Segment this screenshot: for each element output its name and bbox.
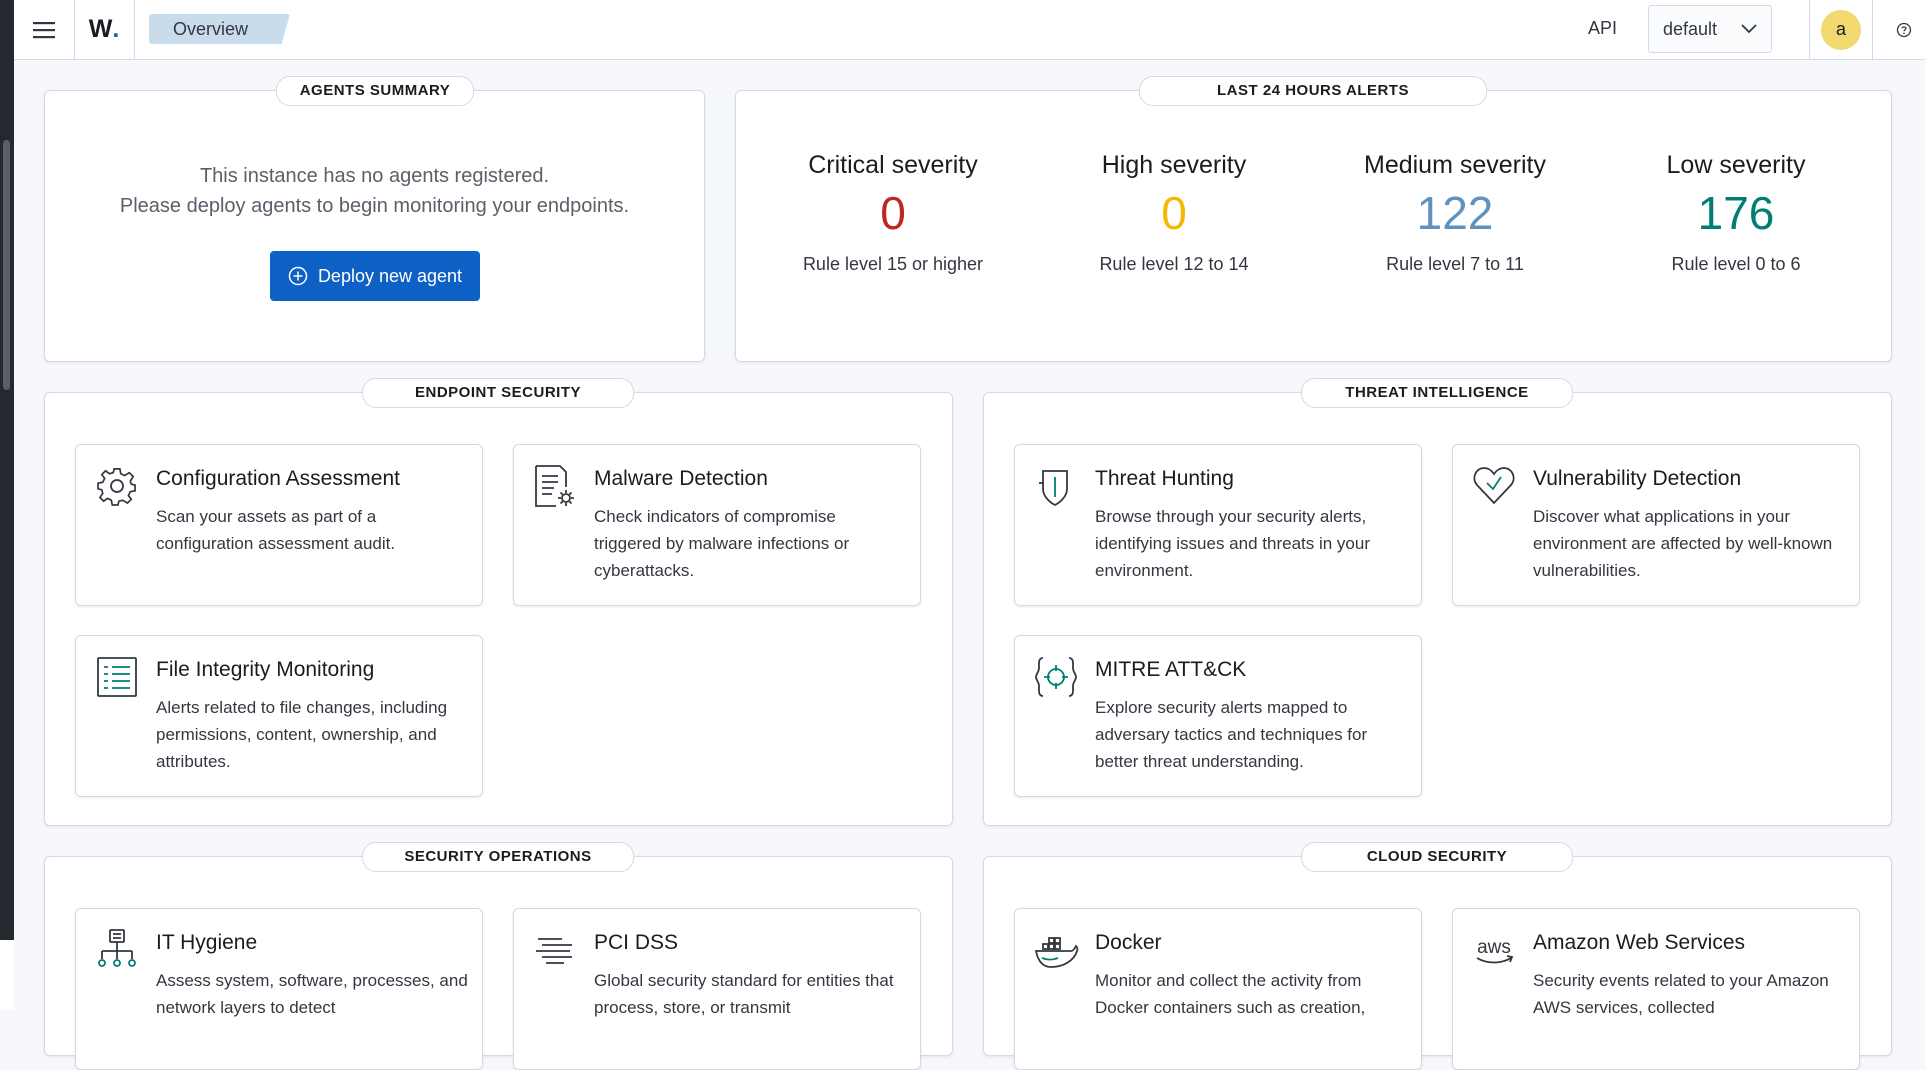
user-menu[interactable]: a	[1809, 0, 1873, 59]
menu-button[interactable]	[14, 0, 75, 59]
card-description: Alerts related to file changes, includin…	[156, 698, 448, 771]
security-operations-panel: IT Hygiene Assess system, software, proc…	[44, 856, 953, 1070]
document-gear-icon	[535, 465, 574, 507]
card-title: Amazon Web Services	[1533, 931, 1746, 954]
docker-icon	[1034, 937, 1079, 968]
card-description: Monitor and collect the activity from Do…	[1095, 971, 1366, 1017]
breadcrumb-overview[interactable]: Overview	[149, 14, 291, 44]
logo-letter: W	[88, 15, 113, 43]
lines-icon	[536, 938, 572, 964]
chevron-down-icon	[1741, 24, 1757, 34]
no-agents-line2: Please deploy agents to begin monitoring…	[119, 195, 630, 217]
alerts-title: LAST 24 HOURS ALERTS	[1139, 76, 1487, 106]
card-title: IT Hygiene	[156, 931, 258, 954]
critical-severity-value[interactable]: 0	[753, 186, 1033, 240]
deploy-new-agent-button[interactable]: Deploy new agent	[270, 251, 480, 301]
card-title: Docker	[1095, 931, 1162, 954]
logo-dot: .	[112, 15, 120, 43]
high-severity-value[interactable]: 0	[1034, 186, 1314, 240]
agents-summary-title: AGENTS SUMMARY	[276, 76, 474, 106]
card-docker[interactable]: Docker Monitor and collect the activity …	[1014, 908, 1422, 1070]
low-severity-title: Low severity	[1666, 151, 1806, 179]
critical-severity-rule: Rule level 15 or higher	[802, 254, 984, 274]
card-vulnerability-detection[interactable]: Vulnerability Detection Discover what ap…	[1452, 444, 1860, 606]
card-amazon-web-services[interactable]: aws Amazon Web Services Security events …	[1452, 908, 1860, 1070]
card-title: MITRE ATT&CK	[1095, 658, 1247, 681]
high-severity-title: High severity	[1101, 151, 1247, 179]
heart-icon	[1473, 467, 1515, 505]
threat-intelligence-title: THREAT INTELLIGENCE	[1301, 378, 1573, 408]
high-severity-rule: Rule level 12 to 14	[1099, 254, 1249, 274]
app-logo[interactable]: W.	[74, 0, 135, 59]
no-agents-message: This instance has no agents registered. …	[45, 161, 704, 221]
avatar[interactable]: a	[1821, 9, 1861, 50]
card-title: Configuration Assessment	[156, 467, 400, 490]
alerts-panel: Critical severity 0 Rule level 15 or hig…	[735, 90, 1892, 362]
threat-intelligence-panel: Threat Hunting Browse through your secur…	[983, 392, 1892, 826]
left-sidebar-strip	[0, 0, 14, 940]
card-title: Vulnerability Detection	[1533, 467, 1742, 490]
cloud-security-title: CLOUD SECURITY	[1301, 842, 1573, 872]
card-file-integrity-monitoring[interactable]: File Integrity Monitoring Alerts related…	[75, 635, 483, 797]
deploy-button-label: Deploy new agent	[317, 265, 463, 286]
card-description: Assess system, software, processes, and …	[156, 971, 468, 1017]
card-pci-dss[interactable]: PCI DSS Global security standard for ent…	[513, 908, 921, 1070]
low-severity-rule: Rule level 0 to 6	[1671, 254, 1801, 274]
list-document-icon	[97, 657, 137, 697]
help-icon	[1896, 22, 1912, 37]
card-description: Security events related to your Amazon A…	[1533, 971, 1829, 1017]
hamburger-icon	[33, 21, 55, 38]
crosshair-icon	[1035, 657, 1077, 697]
card-title: Threat Hunting	[1095, 467, 1234, 490]
gear-icon	[97, 468, 136, 506]
scrollbar-thumb[interactable]	[3, 140, 10, 390]
medium-severity-rule: Rule level 7 to 11	[1386, 254, 1524, 274]
card-title: File Integrity Monitoring	[156, 658, 375, 681]
aws-icon: aws	[1476, 937, 1514, 964]
shield-icon	[1039, 470, 1068, 507]
svg-text:aws: aws	[1477, 937, 1511, 958]
tenant-value: default	[1663, 18, 1718, 39]
card-title: PCI DSS	[594, 931, 679, 954]
endpoint-security-title: ENDPOINT SECURITY	[362, 378, 634, 408]
critical-severity-title: Critical severity	[808, 151, 978, 179]
tenant-selector[interactable]: default	[1648, 5, 1772, 53]
medium-severity-stat[interactable]: Medium severity 122 Rule level 7 to 11	[1315, 151, 1595, 275]
help-button[interactable]	[1886, 0, 1922, 59]
medium-severity-title: Medium severity	[1364, 151, 1546, 179]
network-icon	[98, 929, 136, 967]
card-title: Malware Detection	[594, 467, 768, 490]
security-operations-title: SECURITY OPERATIONS	[362, 842, 634, 872]
high-severity-stat[interactable]: High severity 0 Rule level 12 to 14	[1034, 151, 1314, 275]
left-strip-bottom	[0, 940, 14, 1010]
plus-circle-icon	[288, 266, 308, 286]
cloud-security-panel: Docker Monitor and collect the activity …	[983, 856, 1892, 1070]
low-severity-value[interactable]: 176	[1596, 186, 1876, 240]
card-mitre-attack[interactable]: MITRE ATT&CK Explore security alerts map…	[1014, 635, 1422, 797]
endpoint-security-panel: Configuration Assessment Scan your asset…	[44, 392, 953, 826]
card-threat-hunting[interactable]: Threat Hunting Browse through your secur…	[1014, 444, 1422, 606]
card-description: Discover what applications in your envir…	[1533, 507, 1833, 580]
card-description: Global security standard for entities th…	[594, 971, 894, 1017]
card-malware-detection[interactable]: Malware Detection Check indicators of co…	[513, 444, 921, 606]
card-description: Scan your assets as part of a configurat…	[156, 507, 396, 553]
card-configuration-assessment[interactable]: Configuration Assessment Scan your asset…	[75, 444, 483, 606]
card-description: Explore security alerts mapped to advers…	[1095, 698, 1368, 771]
agents-summary-panel: This instance has no agents registered. …	[44, 90, 705, 362]
no-agents-line1: This instance has no agents registered.	[199, 165, 550, 187]
card-description: Check indicators of compromise triggered…	[594, 507, 850, 580]
top-header: W. Overview API default a	[14, 0, 1925, 60]
medium-severity-value[interactable]: 122	[1315, 186, 1595, 240]
low-severity-stat[interactable]: Low severity 176 Rule level 0 to 6	[1596, 151, 1876, 275]
card-it-hygiene[interactable]: IT Hygiene Assess system, software, proc…	[75, 908, 483, 1070]
critical-severity-stat[interactable]: Critical severity 0 Rule level 15 or hig…	[753, 151, 1033, 275]
api-label[interactable]: API	[1588, 0, 1617, 59]
card-description: Browse through your security alerts, ide…	[1095, 507, 1370, 580]
